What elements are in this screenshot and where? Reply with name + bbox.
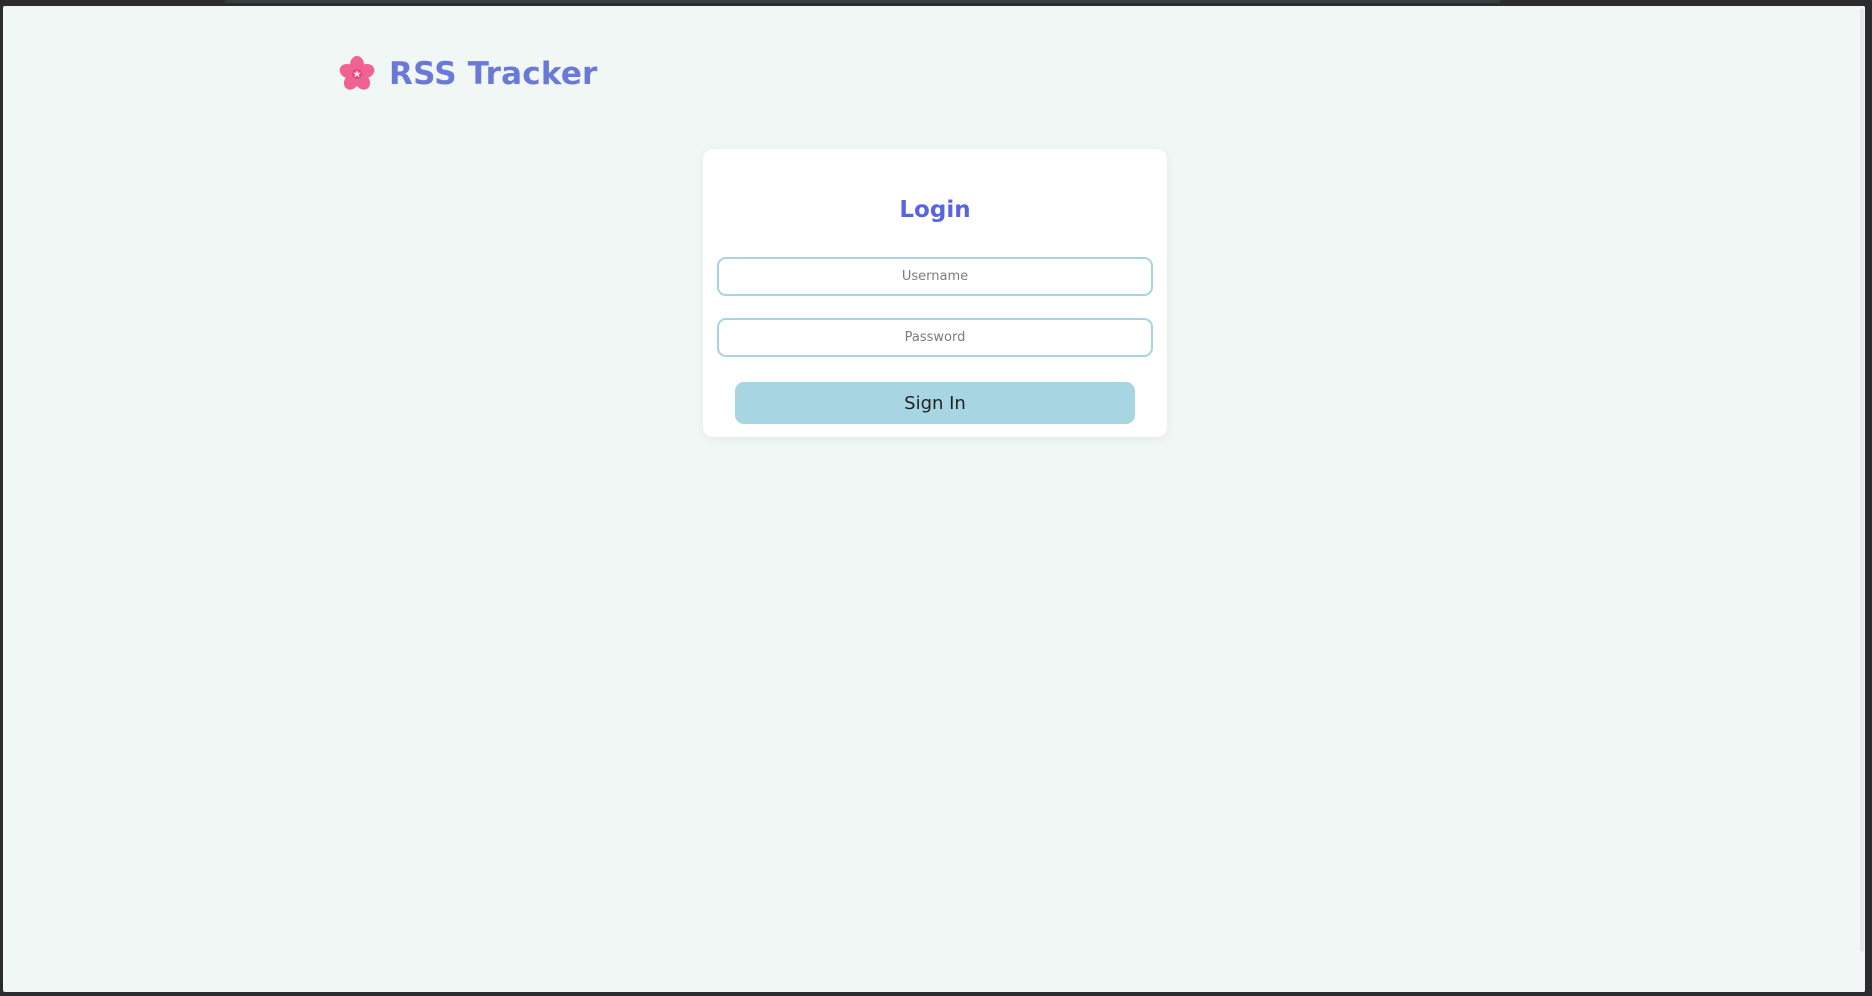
browser-top-strip (225, 0, 1500, 3)
scrollbar-thumb[interactable] (1860, 8, 1864, 952)
page-viewport: RSS Tracker Login Sign In (3, 6, 1865, 992)
app-header: RSS Tracker (339, 52, 598, 96)
cherry-blossom-icon (339, 56, 375, 92)
brand-title: RSS Tracker (389, 56, 598, 92)
password-input[interactable] (717, 318, 1153, 357)
login-card: Login Sign In (703, 149, 1167, 437)
sign-in-button[interactable]: Sign In (735, 382, 1135, 424)
username-input[interactable] (717, 257, 1153, 296)
page-scrollbar[interactable] (1857, 6, 1865, 992)
login-title: Login (899, 197, 971, 223)
